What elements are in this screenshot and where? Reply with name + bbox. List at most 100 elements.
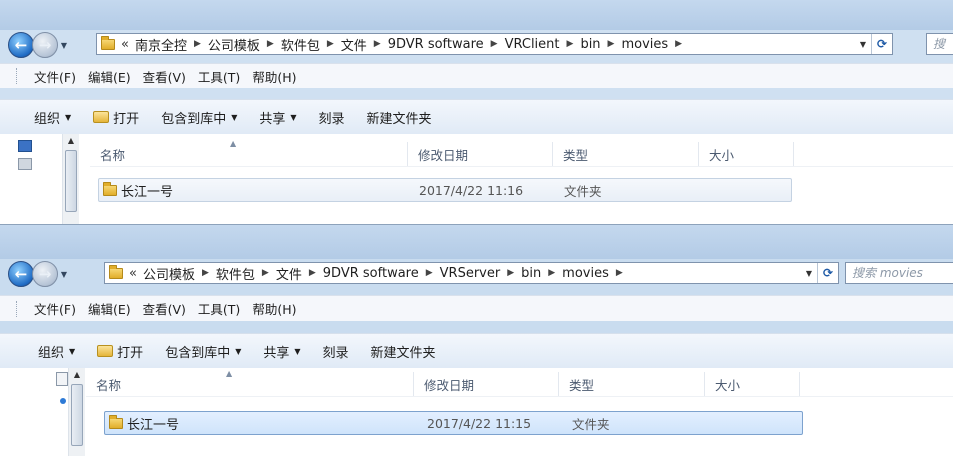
breadcrumb-segment[interactable]: 公司模板 bbox=[143, 264, 195, 283]
open-button[interactable]: 打开 bbox=[93, 108, 139, 127]
network-icon[interactable] bbox=[60, 398, 66, 404]
refresh-icon[interactable]: ⟳ bbox=[871, 34, 892, 54]
navigation-scrollbar[interactable]: ▲ bbox=[62, 134, 79, 225]
search-input[interactable]: 搜索 movies bbox=[845, 262, 953, 284]
column-header-date-modified[interactable]: 修改日期 bbox=[408, 142, 553, 166]
organize-button[interactable]: 组织 ▼ bbox=[34, 108, 71, 127]
breadcrumb-segment[interactable]: 文件 bbox=[276, 264, 302, 283]
menu-view[interactable]: 查看(V) bbox=[137, 299, 192, 318]
breadcrumb-separator-icon[interactable]: ▶ bbox=[202, 268, 209, 278]
computer-icon[interactable] bbox=[18, 140, 32, 152]
breadcrumb-separator-icon[interactable]: ▶ bbox=[675, 39, 682, 49]
address-history-dropdown[interactable]: ▼ bbox=[855, 40, 871, 49]
address-history-dropdown[interactable]: ▼ bbox=[801, 269, 817, 278]
back-button[interactable]: ← bbox=[8, 261, 34, 287]
breadcrumb-segment[interactable]: movies bbox=[562, 266, 609, 281]
breadcrumb-separator-icon[interactable]: ▶ bbox=[327, 39, 334, 49]
breadcrumb-separator-icon[interactable]: ▶ bbox=[374, 39, 381, 49]
column-header-type[interactable]: 类型 bbox=[559, 372, 705, 396]
organize-button[interactable]: 组织 ▼ bbox=[38, 342, 75, 361]
menu-help[interactable]: 帮助(H) bbox=[246, 67, 302, 86]
menu-tools[interactable]: 工具(T) bbox=[192, 67, 246, 86]
menu-view[interactable]: 查看(V) bbox=[137, 67, 192, 86]
new-folder-button[interactable]: 新建文件夹 bbox=[367, 108, 432, 127]
open-button[interactable]: 打开 bbox=[97, 342, 143, 361]
menu-edit[interactable]: 编辑(E) bbox=[82, 299, 137, 318]
include-in-library-button[interactable]: 包含到库中 ▼ bbox=[165, 342, 241, 361]
scrollbar-thumb[interactable] bbox=[65, 150, 77, 212]
breadcrumb-segment[interactable]: 软件包 bbox=[281, 35, 320, 54]
column-name-label: 名称 bbox=[100, 147, 126, 163]
breadcrumb-segment[interactable]: 软件包 bbox=[216, 264, 255, 283]
burn-button[interactable]: 刻录 bbox=[319, 108, 345, 127]
scrollbar-thumb[interactable] bbox=[71, 384, 83, 446]
column-header-name[interactable]: ▲ 名称 bbox=[86, 369, 414, 396]
breadcrumb-separator-icon[interactable]: ▶ bbox=[567, 39, 574, 49]
menu-bar: 文件(F) 编辑(E) 查看(V) 工具(T) 帮助(H) bbox=[0, 295, 953, 321]
recent-pages-dropdown[interactable]: ▼ bbox=[59, 270, 69, 279]
file-name-cell: 长江一号 bbox=[105, 414, 417, 433]
address-bar[interactable]: « 公司模板 ▶ 软件包 ▶ 文件 ▶ 9DVR software ▶ VRServer… bbox=[104, 262, 839, 284]
forward-button[interactable]: → bbox=[32, 261, 58, 287]
search-input[interactable]: 搜 bbox=[926, 33, 953, 55]
breadcrumb-separator-icon[interactable]: ▶ bbox=[426, 268, 433, 278]
share-button[interactable]: 共享 ▼ bbox=[263, 342, 300, 361]
breadcrumb-segment[interactable]: 文件 bbox=[341, 35, 367, 54]
document-icon[interactable] bbox=[56, 372, 68, 386]
address-bar[interactable]: « 南京全控 ▶ 公司模板 ▶ 软件包 ▶ 文件 ▶ 9DVR software ▶ VR… bbox=[96, 33, 893, 55]
content-area: ▲ ▲ 名称 修改日期 类型 大小 长江一号 2017/4/22 11:15 文件… bbox=[0, 368, 953, 456]
menu-tools[interactable]: 工具(T) bbox=[192, 299, 246, 318]
column-header: ▲ 名称 修改日期 类型 大小 bbox=[90, 139, 953, 167]
menu-file[interactable]: 文件(F) bbox=[28, 299, 82, 318]
file-row[interactable]: 长江一号 2017/4/22 11:16 文件夹 bbox=[98, 178, 792, 202]
breadcrumb-separator-icon[interactable]: ▶ bbox=[608, 39, 615, 49]
scroll-up-icon[interactable]: ▲ bbox=[69, 368, 85, 382]
column-header-type[interactable]: 类型 bbox=[553, 142, 699, 166]
forward-button[interactable]: → bbox=[32, 32, 58, 58]
breadcrumb-segment[interactable]: 9DVR software bbox=[323, 266, 419, 281]
file-name: 长江一号 bbox=[127, 417, 180, 433]
breadcrumb-segment[interactable]: VRClient bbox=[505, 37, 560, 52]
breadcrumb-separator-icon[interactable]: ▶ bbox=[267, 39, 274, 49]
breadcrumb-separator-icon[interactable]: ▶ bbox=[491, 39, 498, 49]
burn-button[interactable]: 刻录 bbox=[323, 342, 349, 361]
column-header-name[interactable]: ▲ 名称 bbox=[90, 139, 408, 166]
breadcrumb-separator-icon[interactable]: ▶ bbox=[309, 268, 316, 278]
breadcrumb-segment[interactable]: 南京全控 bbox=[135, 35, 187, 54]
include-in-library-button[interactable]: 包含到库中 ▼ bbox=[161, 108, 237, 127]
navigation-pane: ▲ bbox=[0, 368, 85, 456]
address-overflow-button[interactable]: « bbox=[121, 37, 129, 52]
address-controls: ▼ ⟳ bbox=[855, 34, 892, 54]
new-folder-button[interactable]: 新建文件夹 bbox=[371, 342, 436, 361]
navigation-scrollbar[interactable]: ▲ bbox=[68, 368, 85, 456]
sort-ascending-icon: ▲ bbox=[226, 369, 233, 378]
network-icon[interactable] bbox=[18, 158, 32, 170]
breadcrumb-separator-icon[interactable]: ▶ bbox=[194, 39, 201, 49]
share-button[interactable]: 共享 ▼ bbox=[259, 108, 296, 127]
breadcrumb-segment[interactable]: bin bbox=[521, 266, 541, 281]
menu-file[interactable]: 文件(F) bbox=[28, 67, 82, 86]
back-button[interactable]: ← bbox=[8, 32, 34, 58]
content-area: ▲ ▲ 名称 修改日期 类型 大小 长江一号 2017/4/22 11:16 文件… bbox=[0, 134, 953, 225]
address-overflow-button[interactable]: « bbox=[129, 266, 137, 281]
scroll-up-icon[interactable]: ▲ bbox=[63, 134, 79, 148]
breadcrumb-separator-icon[interactable]: ▶ bbox=[507, 268, 514, 278]
refresh-icon[interactable]: ⟳ bbox=[817, 263, 838, 283]
breadcrumb-separator-icon[interactable]: ▶ bbox=[616, 268, 623, 278]
breadcrumb-segment[interactable]: VRServer bbox=[440, 266, 501, 281]
column-header-size[interactable]: 大小 bbox=[699, 142, 794, 166]
file-row-selected[interactable]: 长江一号 2017/4/22 11:15 文件夹 bbox=[104, 411, 803, 435]
column-header-size[interactable]: 大小 bbox=[705, 372, 800, 396]
menu-edit[interactable]: 编辑(E) bbox=[82, 67, 137, 86]
share-label: 共享 bbox=[259, 111, 286, 127]
breadcrumb-segment[interactable]: 9DVR software bbox=[388, 37, 484, 52]
breadcrumb-segment[interactable]: 公司模板 bbox=[208, 35, 260, 54]
breadcrumb-separator-icon[interactable]: ▶ bbox=[548, 268, 555, 278]
column-header-date-modified[interactable]: 修改日期 bbox=[414, 372, 559, 396]
recent-pages-dropdown[interactable]: ▼ bbox=[59, 41, 69, 50]
breadcrumb-separator-icon[interactable]: ▶ bbox=[262, 268, 269, 278]
open-label: 打开 bbox=[117, 345, 144, 361]
breadcrumb-segment[interactable]: bin bbox=[580, 37, 600, 52]
menu-help[interactable]: 帮助(H) bbox=[246, 299, 302, 318]
breadcrumb-segment[interactable]: movies bbox=[621, 37, 668, 52]
